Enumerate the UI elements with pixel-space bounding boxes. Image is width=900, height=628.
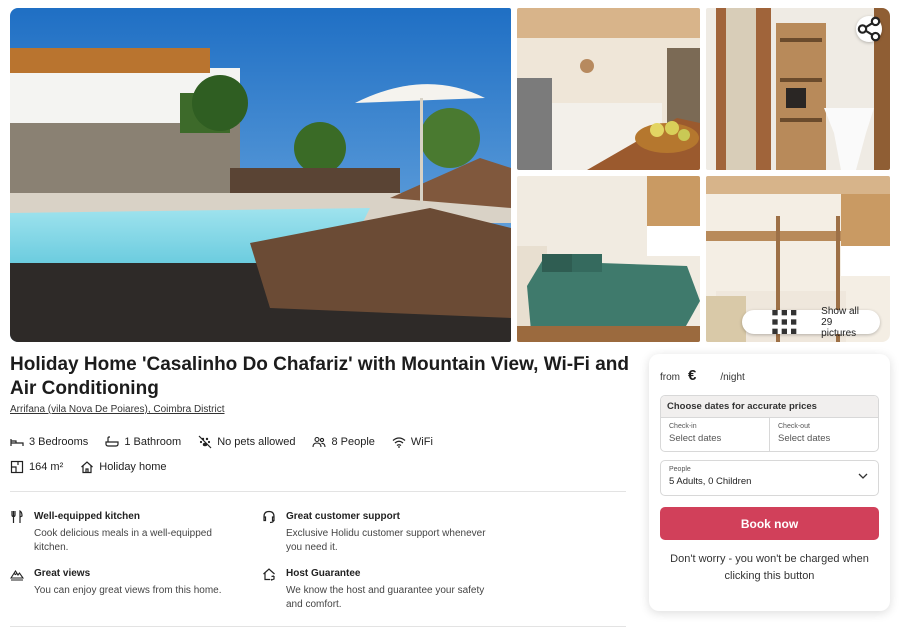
grid-icon <box>771 310 796 334</box>
highlight-desc: You can enjoy great views from this home… <box>34 585 222 596</box>
people-label: People <box>669 466 691 473</box>
photo-bathroom[interactable] <box>706 8 890 170</box>
checkout-value: Select dates <box>778 433 831 444</box>
home-shield-icon <box>263 568 275 581</box>
feature-label: 164 m² <box>29 461 64 473</box>
checkin-value: Select dates <box>669 433 722 444</box>
highlight-title: Great views <box>34 568 91 579</box>
feature-list: 3 Bedrooms 1 Bathroom No pets allowed 8 … <box>10 433 635 483</box>
from-label: from <box>660 372 680 383</box>
share-button[interactable] <box>856 16 882 42</box>
highlight-title: Well-equipped kitchen <box>34 511 140 522</box>
people-select[interactable]: People 5 Adults, 0 Children <box>660 460 879 496</box>
highlight-title: Great customer support <box>286 511 400 522</box>
mountain-icon <box>10 569 24 581</box>
photo-kitchen[interactable] <box>517 8 700 170</box>
feature-label: Holiday home <box>99 461 167 473</box>
feature-area: 164 m² <box>10 460 63 474</box>
book-now-button[interactable]: Book now <box>660 507 879 540</box>
feature-row-1: 3 Bedrooms 1 Bathroom No pets allowed 8 … <box>10 433 635 451</box>
highlight-desc: Exclusive Holidu customer support whenev… <box>286 528 486 553</box>
listing-title: Holiday Home 'Casalinho Do Chafariz' wit… <box>10 354 630 399</box>
people-value: 5 Adults, 0 Children <box>669 476 752 487</box>
no-charge-note: Don't worry - you won't be charged when … <box>670 553 869 582</box>
feature-no-pets: No pets allowed <box>198 435 295 449</box>
headset-icon <box>263 510 275 524</box>
house-icon <box>81 461 94 474</box>
feature-label: WiFi <box>410 436 433 448</box>
no-pets-icon <box>198 435 212 449</box>
price-row: from € /night <box>660 367 745 384</box>
location-link[interactable]: Arrifana (vila Nova De Poiares), Coimbra… <box>10 404 225 415</box>
per-night-label: /night <box>720 372 745 383</box>
feature-people: 8 People <box>312 435 375 449</box>
bathtub-icon <box>105 436 119 447</box>
photo-gallery: Show all 29 pictures <box>10 8 890 342</box>
checkout-label: Check-out <box>778 423 810 430</box>
divider <box>10 491 626 492</box>
divider <box>10 626 626 627</box>
feature-label: 3 Bedrooms <box>29 436 89 448</box>
currency-symbol: € <box>688 367 697 384</box>
photo-bedroom[interactable] <box>517 176 700 342</box>
booking-card: from € /night Choose dates for accurate … <box>649 354 890 611</box>
highlight-title: Host Guarantee <box>286 568 361 579</box>
checkin-label: Check-in <box>669 423 697 430</box>
show-all-label: Show all 29 pictures <box>821 305 859 339</box>
feature-bathroom: 1 Bathroom <box>105 435 181 449</box>
photo-loft-bedroom[interactable]: Show all 29 pictures <box>706 176 890 342</box>
feature-bedrooms: 3 Bedrooms <box>10 435 88 449</box>
feature-wifi: WiFi <box>392 435 433 449</box>
highlight-desc: Cook delicious meals in a well-equipped … <box>34 528 212 553</box>
chevron-down-icon <box>858 473 868 479</box>
dates-header: Choose dates for accurate prices <box>661 396 878 418</box>
floor-plan-icon <box>10 460 24 474</box>
wifi-icon <box>392 437 406 448</box>
bed-icon <box>10 439 24 446</box>
highlight-desc: We know the host and guarantee your safe… <box>286 585 485 610</box>
share-icon <box>857 16 881 42</box>
checkin-field[interactable]: Check-in Select dates <box>661 418 769 451</box>
cutlery-icon <box>11 510 23 523</box>
feature-label: 1 Bathroom <box>124 436 182 448</box>
show-all-pictures-button[interactable]: Show all 29 pictures <box>741 306 880 339</box>
feature-type: Holiday home <box>80 460 167 474</box>
feature-label: No pets allowed <box>217 436 296 448</box>
photo-pool[interactable] <box>10 8 511 342</box>
date-picker: Choose dates for accurate prices Check-i… <box>660 395 879 452</box>
feature-label: 8 People <box>331 436 375 448</box>
people-icon <box>312 436 327 448</box>
feature-row-2: 164 m² Holiday home <box>10 458 635 476</box>
checkout-field[interactable]: Check-out Select dates <box>769 418 878 451</box>
